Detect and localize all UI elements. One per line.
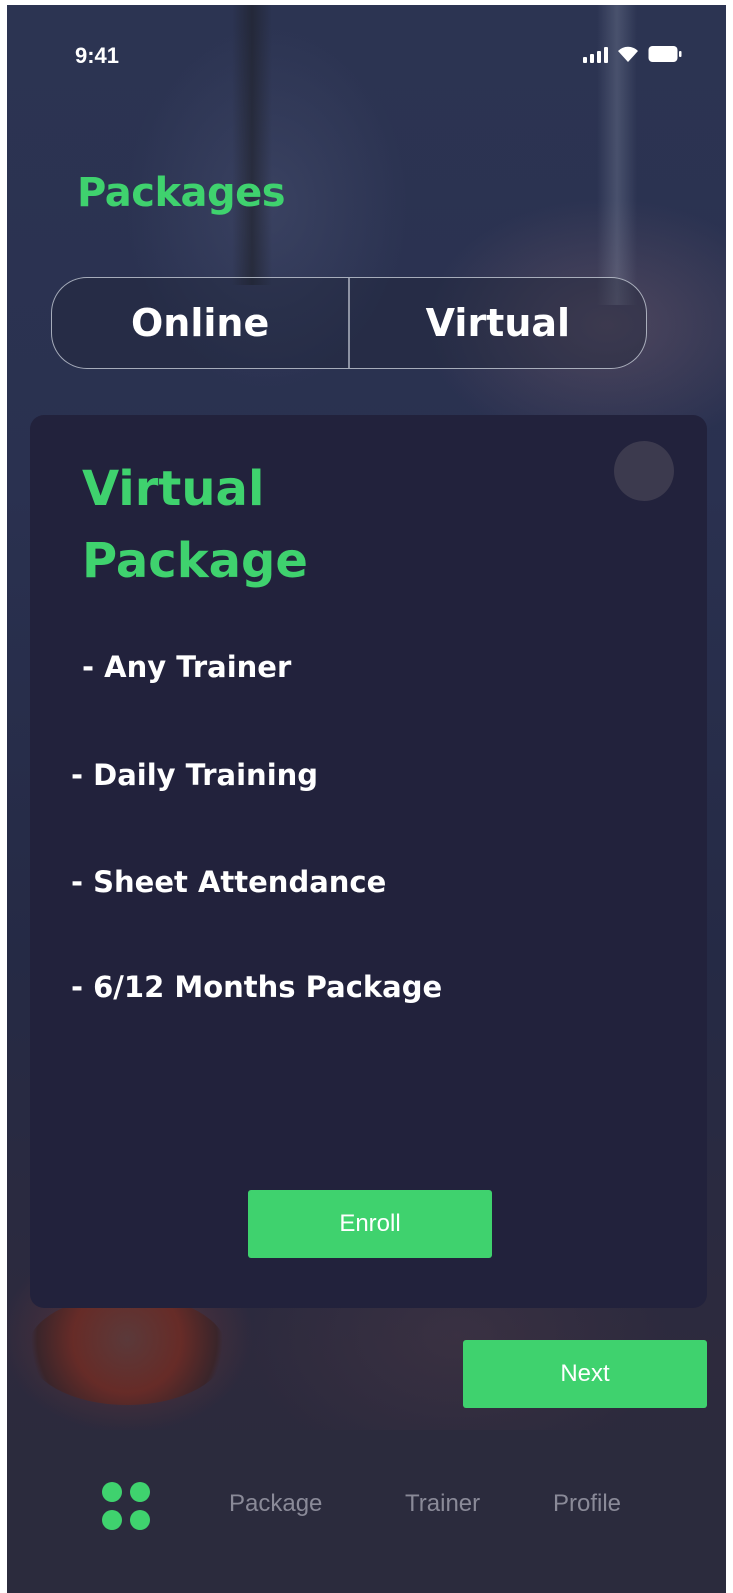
feature-item: - Daily Training bbox=[71, 758, 319, 792]
status-bar: 9:41 bbox=[7, 5, 726, 95]
status-icons bbox=[583, 43, 682, 63]
nav-item-profile[interactable]: Profile bbox=[553, 1490, 621, 1518]
tab-virtual[interactable]: Virtual bbox=[350, 278, 646, 368]
enroll-button[interactable]: Enroll bbox=[248, 1190, 492, 1258]
package-title: Virtual Package bbox=[82, 461, 308, 589]
wifi-icon bbox=[616, 45, 640, 63]
feature-item: - Sheet Attendance bbox=[71, 865, 387, 899]
status-time: 9:41 bbox=[75, 43, 120, 68]
bottom-nav: Package Trainer Profile bbox=[7, 1430, 726, 1593]
background-image-weight-plate bbox=[27, 1295, 227, 1405]
signal-icon bbox=[583, 47, 608, 63]
battery-icon bbox=[648, 45, 682, 63]
nav-item-trainer[interactable]: Trainer bbox=[405, 1490, 480, 1518]
app-screen: 9:41 Packages Online Virtual Virtual Pac… bbox=[7, 5, 726, 1593]
package-card: Virtual Package - Any Trainer - Daily Tr… bbox=[30, 415, 707, 1308]
select-indicator[interactable] bbox=[614, 441, 674, 501]
page-title: Packages bbox=[77, 170, 286, 216]
tab-online[interactable]: Online bbox=[52, 278, 348, 368]
feature-item: - 6/12 Months Package bbox=[71, 970, 443, 1004]
nav-item-package[interactable]: Package bbox=[229, 1490, 322, 1518]
feature-item: - Any Trainer bbox=[82, 650, 292, 684]
package-type-toggle: Online Virtual bbox=[51, 277, 647, 369]
next-button[interactable]: Next bbox=[463, 1340, 707, 1408]
grid-dots-icon[interactable] bbox=[102, 1482, 152, 1532]
